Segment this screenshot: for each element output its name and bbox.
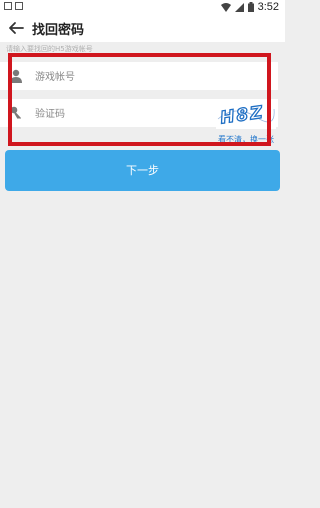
account-row bbox=[0, 62, 278, 90]
next-button[interactable]: 下一步 bbox=[5, 150, 280, 191]
account-input[interactable] bbox=[33, 66, 187, 88]
hint-text: 请输入要找回的H5游戏帐号 bbox=[6, 45, 93, 53]
captcha-refresh-link[interactable]: 看不清，换一张 bbox=[218, 134, 274, 145]
clock: 3:52 bbox=[257, 1, 279, 13]
notification-icon bbox=[15, 2, 23, 10]
wifi-icon bbox=[220, 2, 231, 12]
key-icon bbox=[10, 106, 21, 119]
back-arrow-icon[interactable] bbox=[8, 20, 24, 36]
signal-icon bbox=[234, 2, 244, 12]
notification-icon bbox=[4, 2, 12, 10]
user-icon bbox=[10, 69, 22, 83]
notification-icons bbox=[4, 2, 23, 10]
captcha-image[interactable]: H8Z bbox=[216, 99, 276, 129]
battery-icon bbox=[247, 2, 254, 12]
app-bar: 找回密码 bbox=[0, 14, 285, 42]
status-bar: 3:52 bbox=[0, 0, 285, 14]
page-title: 找回密码 bbox=[32, 23, 85, 38]
captcha-input[interactable] bbox=[33, 103, 187, 125]
